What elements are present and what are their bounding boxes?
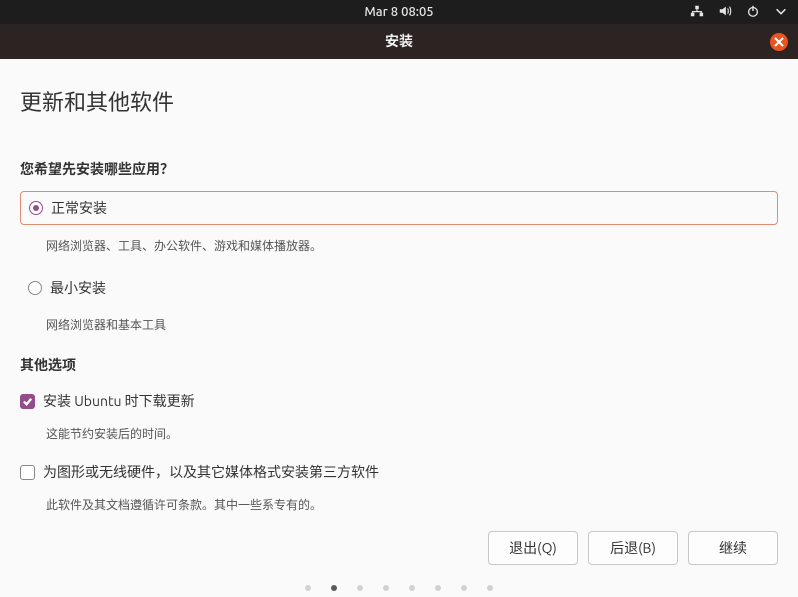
- checkbox-icon: [20, 465, 35, 480]
- quit-button[interactable]: 退出(Q): [488, 531, 578, 565]
- network-icon[interactable]: [690, 4, 704, 21]
- radio-icon: [28, 281, 42, 295]
- check-download-updates[interactable]: 安装 Ubuntu 时下载更新: [20, 389, 778, 413]
- chevron-down-icon[interactable]: [774, 4, 788, 21]
- power-icon[interactable]: [746, 4, 760, 21]
- radio-label: 最小安装: [50, 278, 106, 298]
- check-third-party-sub: 此软件及其文档遵循许可条款。其中一些系专有的。: [46, 496, 778, 513]
- radio-normal-sub: 网络浏览器、工具、办公软件、游戏和媒体播放器。: [46, 237, 778, 254]
- progress-dots: [0, 585, 798, 597]
- check-updates-sub: 这能节约安装后的时间。: [46, 425, 778, 442]
- continue-button[interactable]: 继续: [688, 531, 778, 565]
- pager-dot: [357, 585, 363, 591]
- close-button[interactable]: [770, 33, 788, 51]
- pager-dot: [487, 585, 493, 591]
- radio-normal-install[interactable]: 正常安装: [20, 191, 778, 225]
- pager-dot: [409, 585, 415, 591]
- window-title: 安装: [385, 31, 413, 51]
- checkbox-icon: [20, 394, 35, 409]
- pager-dot: [383, 585, 389, 591]
- check-third-party[interactable]: 为图形或无线硬件，以及其它媒体格式安装第三方软件: [20, 460, 778, 484]
- volume-icon[interactable]: [718, 4, 732, 21]
- radio-icon: [29, 201, 43, 215]
- pager-dot: [435, 585, 441, 591]
- radio-label: 正常安装: [51, 198, 107, 218]
- footer-buttons: 退出(Q) 后退(B) 继续: [20, 531, 778, 585]
- system-tray: [690, 0, 788, 24]
- radio-minimal-sub: 网络浏览器和基本工具: [46, 316, 778, 333]
- install-question: 您希望先安装哪些应用？: [20, 159, 778, 179]
- clock: Mar 8 08:05: [364, 5, 433, 19]
- pager-dot: [305, 585, 311, 591]
- back-button[interactable]: 后退(B): [588, 531, 678, 565]
- page-title: 更新和其他软件: [20, 85, 778, 117]
- pager-dot: [331, 585, 337, 591]
- check-label: 为图形或无线硬件，以及其它媒体格式安装第三方软件: [43, 462, 379, 482]
- check-label: 安装 Ubuntu 时下载更新: [43, 391, 195, 411]
- window-titlebar: 安装: [0, 24, 798, 59]
- other-options-title: 其他选项: [20, 355, 778, 375]
- installer-content: 更新和其他软件 您希望先安装哪些应用？ 正常安装 网络浏览器、工具、办公软件、游…: [0, 59, 798, 585]
- radio-minimal-install[interactable]: 最小安装: [20, 272, 778, 304]
- system-topbar: Mar 8 08:05: [0, 0, 798, 24]
- pager-dot: [461, 585, 467, 591]
